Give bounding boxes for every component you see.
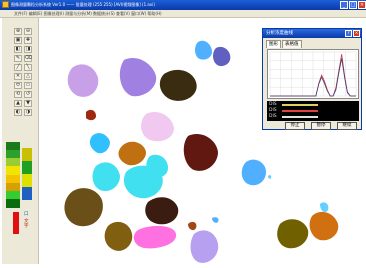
tool-panel: ⊕ ⊖ ▣ ✚ ◧ ◨ ✎ ⌫ ╱ ╲ ✕ △ ⬭ ▭ ⟲ ↺ ▲ ▼ ◐ ◑ … xyxy=(2,18,39,264)
fill-right-tool[interactable]: ◨ xyxy=(24,46,32,53)
ellipse-tool[interactable]: ⬭ xyxy=(14,82,22,89)
side-value: 口 xyxy=(24,212,29,217)
zoom-out-tool[interactable]: ⊖ xyxy=(24,28,32,35)
maximize-button[interactable]: □ xyxy=(349,1,357,9)
particle-orange xyxy=(309,211,339,241)
app-icon xyxy=(2,1,9,8)
particle-ochre xyxy=(118,141,146,166)
palette-swatch[interactable] xyxy=(6,142,20,150)
side-color-strip[interactable] xyxy=(22,148,32,200)
continue-button[interactable]: 继续 xyxy=(337,122,357,130)
color-palette[interactable] xyxy=(6,142,20,208)
line2-tool[interactable]: ╲ xyxy=(24,64,32,71)
particle-light-blue xyxy=(241,159,266,186)
pause-button[interactable]: 暂停 xyxy=(311,122,331,130)
legend-label-1: DIS xyxy=(269,102,277,107)
legend-line-3 xyxy=(282,116,318,118)
palette-swatch[interactable] xyxy=(6,175,20,183)
particle-sky-blue xyxy=(195,40,212,60)
triangle-tool[interactable]: △ xyxy=(24,73,32,80)
dialog-close-button[interactable]: × xyxy=(353,30,360,37)
particle-azure xyxy=(89,133,110,154)
particle-lavender xyxy=(190,230,219,263)
particle-dark-brown xyxy=(145,197,179,225)
delete-tool[interactable]: ✕ xyxy=(14,73,22,80)
particle-blue-tiny xyxy=(212,217,219,223)
particle-olive-brown xyxy=(104,221,133,251)
up-tool[interactable]: ▲ xyxy=(14,100,22,107)
side-swatch[interactable] xyxy=(22,148,32,161)
particle-rust xyxy=(86,109,96,121)
palette-swatch[interactable] xyxy=(6,166,20,175)
particle-periwinkle xyxy=(213,46,231,67)
particle-bronze xyxy=(64,188,103,227)
legend-panel: DIS DIS DIS xyxy=(267,101,359,121)
palette-swatch[interactable] xyxy=(6,183,20,191)
window-title: 图像测量颗粒分析系统 Ver1.0 —— 批量处理 (255 255) [AVI… xyxy=(11,2,155,7)
half-right-tool[interactable]: ◑ xyxy=(24,109,32,116)
rectangle-tool[interactable]: ▭ xyxy=(24,82,32,89)
tab-graph[interactable]: 图形 xyxy=(266,40,281,48)
side-swatch[interactable] xyxy=(22,174,32,187)
dialog-titlebar: 分析浓度曲线 ? × xyxy=(263,29,361,38)
particle-dark-olive xyxy=(159,69,197,101)
legend-line-2 xyxy=(282,110,318,112)
concentration-chart xyxy=(267,49,359,99)
tab-table[interactable]: 表格值 xyxy=(282,40,302,48)
cross-tool[interactable]: ✚ xyxy=(24,37,32,44)
palette-swatch[interactable] xyxy=(6,150,20,158)
stop-button[interactable]: 停止 xyxy=(285,122,305,130)
half-left-tool[interactable]: ◐ xyxy=(14,109,22,116)
eraser-tool[interactable]: ⌫ xyxy=(24,55,32,62)
analysis-dialog: 分析浓度曲线 ? × 图形 表格值 DIS DIS DIS 停止 暂停 继续 xyxy=(262,28,362,130)
window-titlebar: 图像测量颗粒分析系统 Ver1.0 —— 批量处理 (255 255) [AVI… xyxy=(0,0,366,10)
particle-brown-small xyxy=(188,221,197,231)
menubar: 文件(F) 编辑(E) 图像处理(I) 测量与分析(M) 数据统计(S) 查看(… xyxy=(0,10,366,18)
line-tool[interactable]: ╱ xyxy=(14,64,22,71)
zoom-in-tool[interactable]: ⊕ xyxy=(14,28,22,35)
menu-items[interactable]: 文件(F) 编辑(E) 图像处理(I) 测量与分析(M) 数据统计(S) 查看(… xyxy=(14,10,162,17)
close-button[interactable]: × xyxy=(358,1,366,9)
select-tool[interactable]: ▣ xyxy=(14,37,22,44)
brush-color-indicator[interactable] xyxy=(13,212,19,234)
minimize-button[interactable]: _ xyxy=(340,1,348,9)
side-label: 文字 xyxy=(24,219,29,229)
particle-pink-magenta xyxy=(133,225,177,249)
palette-swatch[interactable] xyxy=(6,191,20,199)
particle-maroon xyxy=(183,133,218,171)
particle-light-blue-small xyxy=(320,202,329,212)
side-swatch[interactable] xyxy=(22,187,32,200)
particle-lilac xyxy=(67,64,99,97)
down-tool[interactable]: ▼ xyxy=(24,100,32,107)
particle-violet xyxy=(119,57,157,97)
chart-plot xyxy=(269,51,357,97)
dialog-help-button[interactable]: ? xyxy=(345,30,352,37)
particle-pink xyxy=(141,111,174,142)
particle-light-blue-dot xyxy=(268,175,272,179)
undo-tool[interactable]: ↺ xyxy=(24,91,32,98)
palette-swatch[interactable] xyxy=(6,199,20,208)
pencil-tool[interactable]: ✎ xyxy=(14,55,22,62)
legend-label-3: DIS xyxy=(269,114,277,119)
particle-cyan-1 xyxy=(92,162,120,192)
dialog-title: 分析浓度曲线 xyxy=(266,31,293,36)
legend-label-2: DIS xyxy=(269,108,277,113)
fill-left-tool[interactable]: ◧ xyxy=(14,46,22,53)
legend-line-1 xyxy=(282,104,318,106)
rotate-tool[interactable]: ⟲ xyxy=(14,91,22,98)
side-swatch[interactable] xyxy=(22,161,32,174)
particle-olive xyxy=(277,219,309,249)
palette-swatch[interactable] xyxy=(6,158,20,166)
